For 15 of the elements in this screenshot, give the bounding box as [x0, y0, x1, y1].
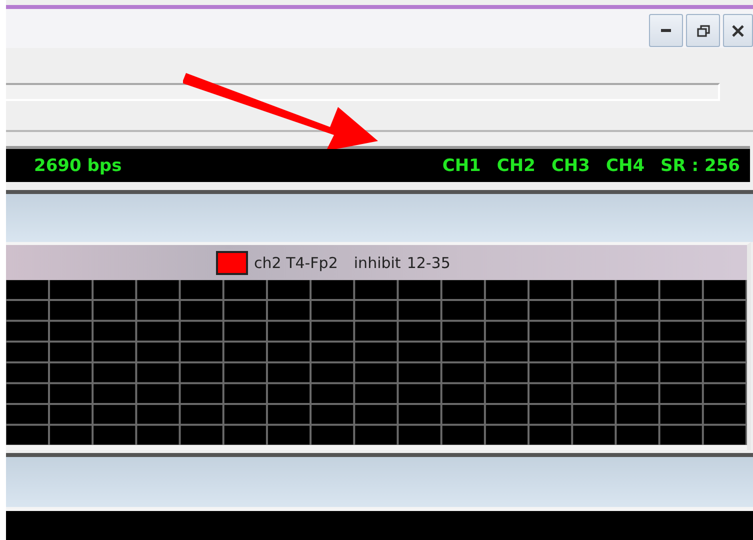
- restore-icon: [696, 24, 710, 36]
- channel-label: ch2 T4-Fp2: [254, 254, 338, 272]
- range-text: 12-35: [406, 254, 450, 272]
- restore-button[interactable]: [686, 14, 720, 47]
- mode-text: inhibit: [354, 254, 401, 272]
- bitrate-text: 2690 bps: [34, 156, 122, 176]
- close-icon: [732, 24, 744, 36]
- channel-label: CH1: [442, 156, 481, 176]
- minimize-button[interactable]: [649, 14, 683, 47]
- sample-rate-text: SR : 256: [660, 156, 740, 176]
- minimize-icon: [661, 28, 671, 32]
- channel-label: CH2: [496, 156, 536, 176]
- channel-label: CH3: [551, 156, 590, 176]
- channel-label: CH4: [606, 156, 645, 176]
- close-button[interactable]: [723, 14, 753, 47]
